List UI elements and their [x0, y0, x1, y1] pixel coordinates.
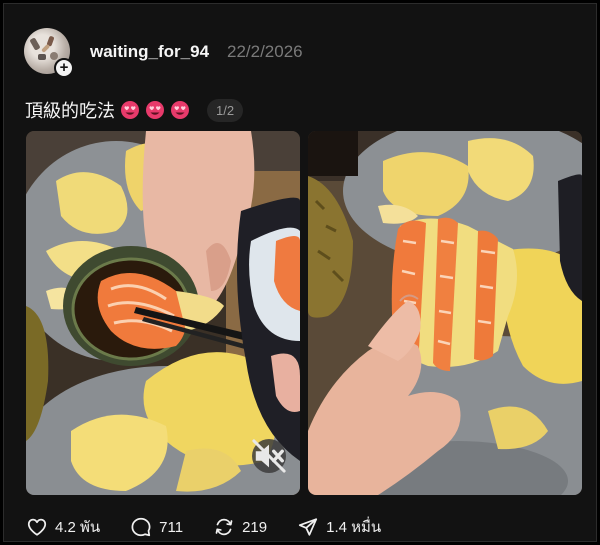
- page-indicator: 1/2: [207, 98, 244, 122]
- media-image-2[interactable]: [308, 131, 582, 495]
- share-button[interactable]: 1.4 หมื่น: [297, 515, 381, 539]
- follow-plus-icon[interactable]: +: [54, 58, 74, 78]
- media-video-1[interactable]: [26, 131, 300, 495]
- repost-count: 219: [242, 518, 268, 536]
- action-bar: 4.2 พัน 711 219 1.4 หมื่น: [26, 515, 381, 539]
- post-date: 22/2/2026: [227, 42, 303, 61]
- avatar[interactable]: +: [24, 28, 74, 78]
- comment-button[interactable]: 711: [130, 516, 183, 538]
- repost-icon: [215, 518, 233, 536]
- speaker-muted-icon: [252, 439, 286, 473]
- like-count: 4.2 พัน: [55, 519, 101, 536]
- mute-button[interactable]: [252, 439, 286, 473]
- like-button[interactable]: 4.2 พัน: [26, 515, 100, 539]
- heart-icon: [27, 518, 47, 536]
- smiling-face-with-heart-eyes-icon: [146, 101, 164, 119]
- send-icon: [299, 518, 318, 536]
- share-count: 1.4 หมื่น: [326, 519, 382, 536]
- comment-icon: [131, 517, 151, 537]
- caption-row: 頂級的吃法 1/2: [25, 97, 244, 123]
- comment-count: 711: [159, 518, 184, 536]
- durian-salmon-sandwich-image: [308, 131, 582, 495]
- caption-text: 頂級的吃法: [25, 101, 115, 122]
- smiling-face-with-heart-eyes-icon: [171, 101, 189, 119]
- repost-button[interactable]: 219: [213, 516, 267, 538]
- username[interactable]: waiting_for_94: [90, 42, 209, 62]
- smiling-face-with-heart-eyes-icon: [121, 101, 139, 119]
- post-card: + waiting_for_94 22/2/2026 頂級的吃法 1/2 4.2…: [3, 3, 597, 542]
